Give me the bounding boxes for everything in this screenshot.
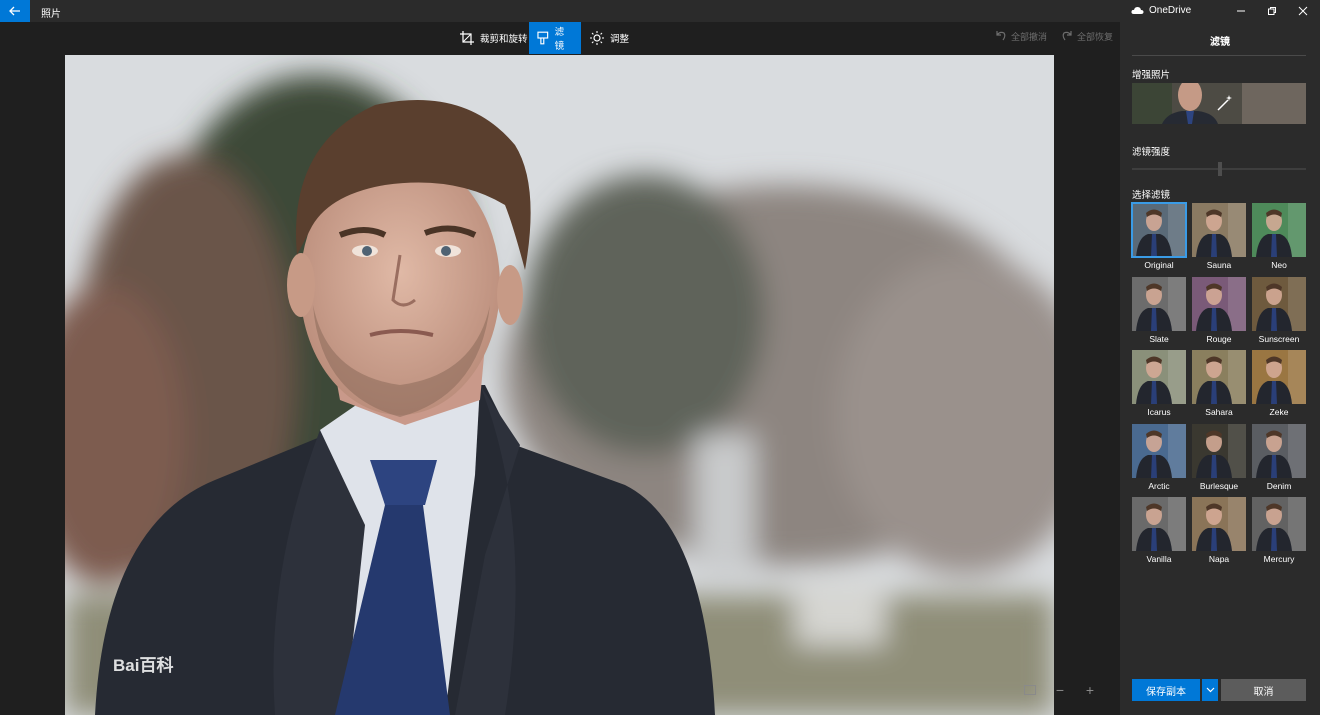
edit-toolbar: 裁剪和旋转 滤镜 调整 全部撤消 全部恢复 <box>0 22 1120 54</box>
arrow-left-icon <box>9 6 20 16</box>
cancel-button[interactable]: 取消 <box>1221 679 1306 701</box>
filter-option[interactable]: Rouge <box>1192 276 1246 344</box>
fit-screen-icon[interactable] <box>1015 680 1045 700</box>
photo-preview[interactable]: Bai百科 <box>65 55 1054 715</box>
redo-all-label: 全部恢复 <box>1077 31 1114 42</box>
zoom-controls: − + <box>1015 680 1105 700</box>
undo-all-button[interactable]: 全部撤消 <box>995 22 1047 50</box>
strength-label: 滤镜强度 <box>1132 147 1171 158</box>
back-button[interactable] <box>0 0 30 22</box>
save-options-dropdown[interactable] <box>1202 679 1218 701</box>
filter-option[interactable]: Denim <box>1252 423 1306 491</box>
filter-thumbnail <box>1131 202 1187 258</box>
minimize-button[interactable] <box>1226 0 1256 22</box>
filter-thumbnail <box>1132 497 1186 551</box>
filter-thumbnail <box>1192 350 1246 404</box>
filter-thumbnail <box>1192 423 1246 478</box>
chevron-down-icon <box>1206 687 1214 693</box>
maximize-button[interactable] <box>1257 0 1287 22</box>
filters-panel: 滤镜 增强照片 滤镜强度 选择滤镜 Original Sauna Neo Slate R… <box>1120 22 1320 715</box>
filter-thumbnail <box>1192 497 1246 551</box>
enhance-photo-button[interactable] <box>1132 83 1306 124</box>
undo-all-label: 全部撤消 <box>1011 31 1048 42</box>
cloud-icon <box>1131 7 1144 14</box>
filter-thumbnail <box>1132 423 1186 478</box>
filter-option[interactable]: Arctic <box>1132 423 1186 491</box>
filter-thumbnail <box>1252 497 1306 551</box>
zoom-in-icon[interactable]: + <box>1075 680 1105 700</box>
panel-title: 滤镜 <box>1210 37 1230 48</box>
choose-filter-label: 选择滤镜 <box>1132 190 1171 201</box>
filter-thumbnail <box>1252 423 1306 478</box>
tab-adjust[interactable]: 调整 <box>582 22 637 54</box>
filter-label: Zeke <box>1269 407 1289 417</box>
filter-label: Sunscreen <box>1258 333 1300 344</box>
filter-option[interactable]: Zeke <box>1252 350 1306 417</box>
filter-thumbnail <box>1252 350 1306 404</box>
tab-crop-rotate[interactable]: 裁剪和旋转 <box>452 22 536 54</box>
close-icon <box>1298 6 1308 16</box>
title-bar: 照片 OneDrive <box>0 0 1320 22</box>
filter-option[interactable]: Icarus <box>1132 350 1186 417</box>
redo-icon <box>1062 31 1072 41</box>
filter-option[interactable]: Mercury <box>1252 497 1306 564</box>
filter-label: Mercury <box>1263 554 1295 564</box>
crop-icon <box>460 31 474 45</box>
tab-filters[interactable]: 滤镜 <box>529 22 581 54</box>
filter-option[interactable]: Burlesque <box>1192 423 1246 491</box>
panel-divider <box>1132 55 1306 56</box>
filter-label: Neo <box>1271 260 1287 270</box>
filter-thumbnail <box>1192 203 1246 257</box>
save-copy-button[interactable]: 保存副本 <box>1132 679 1200 701</box>
filter-option[interactable]: Vanilla <box>1132 497 1186 564</box>
filter-option[interactable]: Sunscreen <box>1252 276 1306 344</box>
portrait-image <box>65 55 1054 715</box>
filter-option[interactable]: Neo <box>1252 203 1306 270</box>
onedrive-status[interactable]: OneDrive <box>1131 5 1191 16</box>
filter-label: Denim <box>1266 480 1292 491</box>
filter-option[interactable]: Original <box>1131 202 1187 270</box>
filter-option[interactable]: Sauna <box>1192 203 1246 270</box>
minimize-icon <box>1237 10 1245 12</box>
filter-strength-slider[interactable] <box>1132 162 1306 176</box>
filter-option[interactable]: Slate <box>1132 276 1186 344</box>
adjust-tab-label: 调整 <box>610 34 630 45</box>
baidu-watermark: Bai百科 <box>113 656 174 675</box>
filter-thumbnail <box>1132 350 1186 404</box>
magic-wand-icon <box>1217 95 1232 111</box>
restore-icon <box>1268 7 1276 15</box>
enhance-label: 增强照片 <box>1132 70 1171 81</box>
undo-icon <box>996 31 1006 41</box>
filter-thumbnail <box>1252 276 1306 331</box>
app-title: 照片 <box>41 9 61 20</box>
onedrive-label: OneDrive <box>1149 5 1192 16</box>
close-button[interactable] <box>1288 0 1318 22</box>
sun-icon <box>590 31 604 45</box>
brush-icon <box>537 31 549 45</box>
crop-tab-label: 裁剪和旋转 <box>480 34 528 45</box>
filters-tab-label: 滤镜 <box>554 27 565 52</box>
filter-thumbnail <box>1132 276 1186 331</box>
filter-thumbnail <box>1252 203 1306 257</box>
filter-option[interactable]: Sahara <box>1192 350 1246 417</box>
filter-thumbnail <box>1192 276 1246 331</box>
zoom-out-icon[interactable]: − <box>1045 680 1075 700</box>
redo-all-button[interactable]: 全部恢复 <box>1061 22 1113 50</box>
filter-option[interactable]: Napa <box>1192 497 1246 564</box>
image-canvas: Bai百科 − + <box>0 54 1120 715</box>
slider-thumb[interactable] <box>1218 162 1222 176</box>
